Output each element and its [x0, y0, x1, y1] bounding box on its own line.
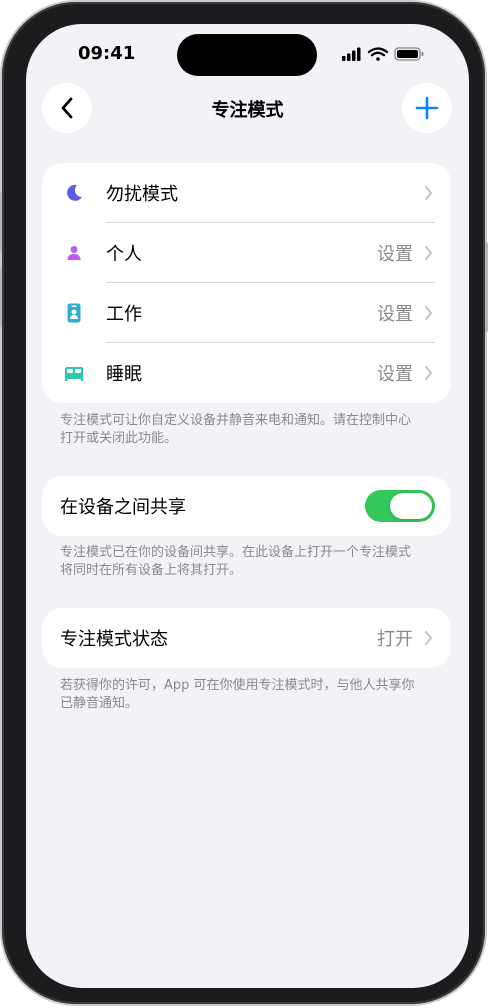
focus-item-sleep[interactable]: 睡眠 设置 — [42, 343, 451, 403]
screen: 09:41 专注模式 勿扰模式 个人 设置 工作 设置 睡眠 设置 专注模式可让… — [26, 24, 469, 988]
share-footnote: 专注模式已在你的设备间共享。在此设备上打开一个专注模式将同时在所有设备上将其打开… — [60, 545, 412, 578]
chevron-right-icon — [425, 306, 432, 320]
focus-footnote: 专注模式可让你自定义设备并静音来电和通知。请在控制中心打开或关闭此功能。 — [60, 413, 412, 446]
signal-icon — [342, 47, 361, 61]
person-icon — [67, 246, 81, 260]
share-across-devices-label: 在设备之间共享 — [60, 497, 186, 518]
focus-status-row[interactable]: 专注模式状态 打开 — [42, 608, 451, 668]
focus-item-work[interactable]: 工作 设置 — [42, 283, 451, 343]
focus-item-value: 设置 — [377, 244, 413, 265]
chevron-right-icon — [425, 366, 432, 380]
chevron-right-icon — [425, 631, 432, 645]
focus-status-group: 专注模式状态 打开 — [42, 608, 451, 668]
focus-modes-list: 勿扰模式 个人 设置 工作 设置 睡眠 设置 — [42, 163, 451, 403]
side-button — [485, 242, 488, 332]
focus-item-value: 设置 — [377, 304, 413, 325]
toggle-knob — [390, 493, 432, 519]
share-across-devices-toggle[interactable] — [365, 490, 435, 522]
focus-item-label: 勿扰模式 — [106, 184, 178, 205]
share-across-devices-row: 在设备之间共享 — [42, 476, 451, 536]
volume-up-button — [0, 192, 2, 252]
focus-item-do-not-disturb[interactable]: 勿扰模式 — [42, 163, 451, 223]
wifi-icon — [367, 47, 389, 61]
focus-item-label: 个人 — [106, 244, 142, 265]
volume-down-button — [0, 267, 2, 327]
chevron-right-icon — [425, 246, 432, 260]
phone-frame: 09:41 专注模式 勿扰模式 个人 设置 工作 设置 睡眠 设置 专注模式可让… — [0, 2, 488, 1004]
focus-item-value: 设置 — [377, 364, 413, 385]
status-footnote: 若获得你的许可，App 可在你使用专注模式时，与他人共享你已静音通知。 — [60, 678, 415, 711]
bed-icon — [65, 367, 83, 381]
focus-item-personal[interactable]: 个人 设置 — [42, 223, 451, 283]
status-time: 09:41 — [78, 43, 136, 64]
share-across-devices-group: 在设备之间共享 — [42, 476, 451, 536]
battery-icon — [394, 47, 424, 61]
plus-icon — [415, 96, 439, 120]
focus-status-label: 专注模式状态 — [60, 629, 168, 650]
add-focus-button[interactable] — [402, 83, 452, 133]
focus-item-label: 睡眠 — [106, 364, 142, 385]
chevron-right-icon — [425, 186, 432, 200]
badge-icon — [67, 303, 81, 323]
focus-status-value: 打开 — [377, 629, 413, 650]
moon-icon — [67, 184, 82, 201]
dynamic-island — [177, 34, 317, 76]
focus-item-label: 工作 — [106, 304, 142, 325]
status-icons — [342, 47, 424, 61]
